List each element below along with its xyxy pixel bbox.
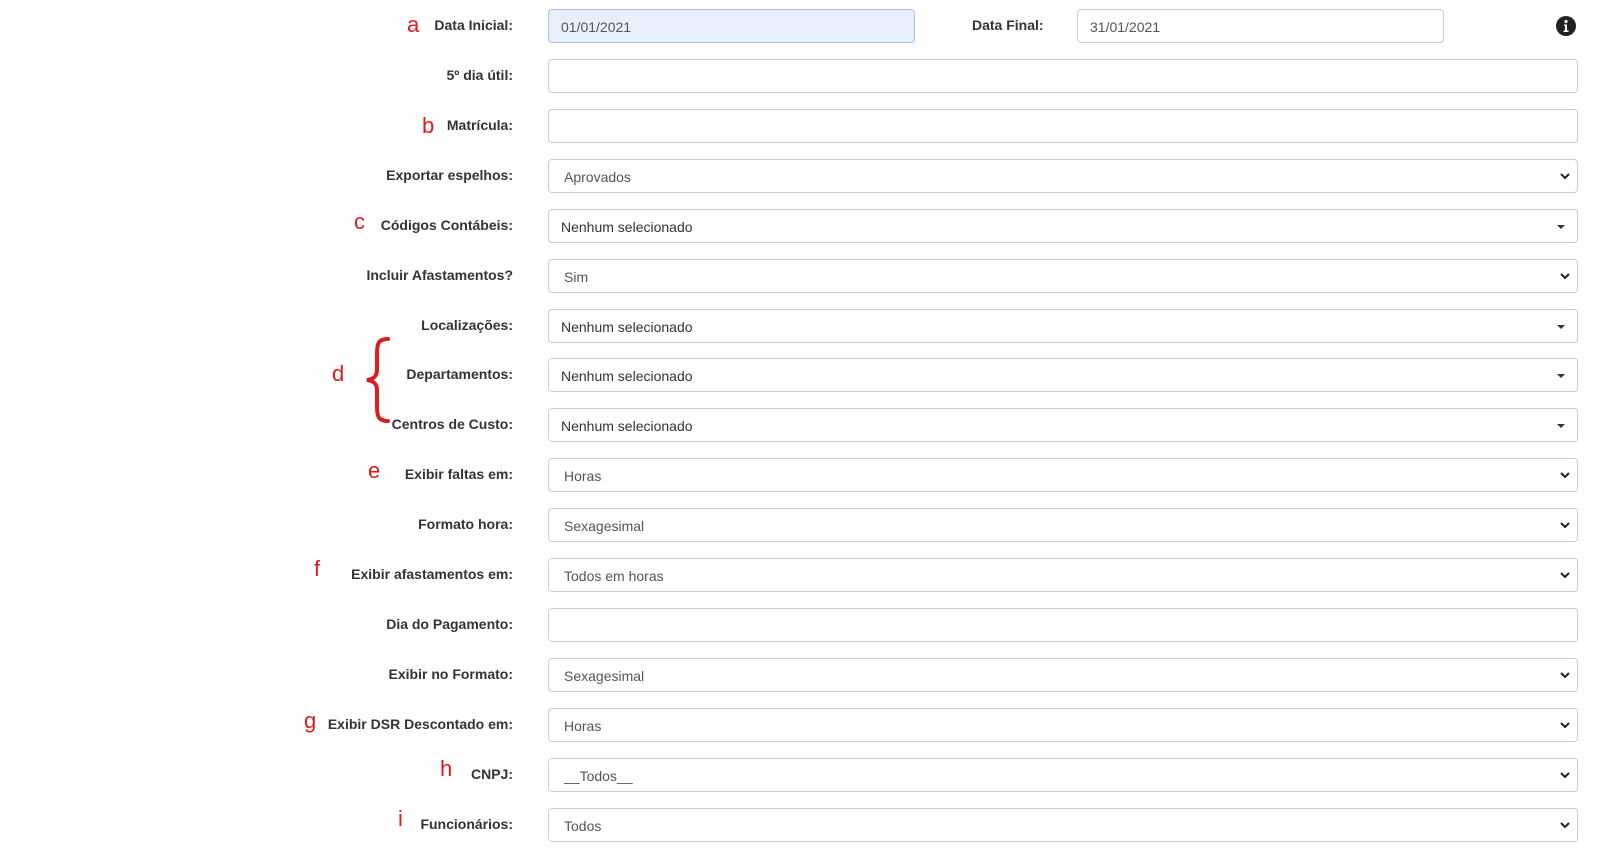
annotation-h: h <box>440 756 453 781</box>
chevron-down-icon <box>1560 672 1570 679</box>
exibir-formato-label: Exibir no Formato: <box>388 666 513 682</box>
quinto-dia-label: 5º dia útil: <box>446 67 513 83</box>
exibir-formato-select[interactable]: Sexagesimal <box>548 658 1578 692</box>
exportar-espelhos-select[interactable]: Aprovados <box>548 159 1578 193</box>
data-final-value: 31/01/2021 <box>1090 19 1161 35</box>
chevron-down-icon <box>1560 572 1570 579</box>
caret-down-icon <box>1557 424 1565 428</box>
exibir-faltas-row: e Exibir faltas em: Horas <box>0 457 1600 493</box>
dia-pagamento-input[interactable] <box>548 608 1578 642</box>
centros-custo-row: Centros de Custo: Nenhum selecionado <box>0 407 1600 443</box>
exibir-dsr-value: Horas <box>564 718 602 734</box>
chevron-down-icon <box>1560 822 1570 829</box>
cnpj-select[interactable]: __Todos__ <box>548 758 1578 792</box>
quinto-dia-row: 5º dia útil: <box>0 58 1600 94</box>
centros-custo-label: Centros de Custo: <box>391 416 513 432</box>
codigos-contabeis-multiselect[interactable]: Nenhum selecionado <box>548 209 1578 243</box>
departamentos-value: Nenhum selecionado <box>561 368 693 384</box>
info-circle-icon[interactable] <box>1556 16 1576 36</box>
cnpj-row: h CNPJ: __Todos__ <box>0 757 1600 793</box>
formato-hora-row: Formato hora: Sexagesimal <box>0 507 1600 543</box>
exportar-espelhos-value: Aprovados <box>564 169 631 185</box>
codigos-contabeis-label: Códigos Contábeis: <box>380 217 513 233</box>
localizacoes-label: Localizações: <box>421 317 513 333</box>
departamentos-row: d Departamentos: Nenhum selecionado <box>0 357 1600 393</box>
chevron-down-icon <box>1560 772 1570 779</box>
exibir-formato-value: Sexagesimal <box>564 668 645 684</box>
dia-pagamento-label: Dia do Pagamento: <box>386 616 513 632</box>
caret-down-icon <box>1557 325 1565 329</box>
chevron-down-icon <box>1560 522 1570 529</box>
annotation-c: c <box>354 209 365 234</box>
annotation-f: f <box>314 556 321 581</box>
codigos-contabeis-row: c Códigos Contábeis: Nenhum selecionado <box>0 208 1600 244</box>
matricula-label: Matrícula: <box>446 117 513 133</box>
incluir-afastamentos-row: Incluir Afastamentos? Sim <box>0 258 1600 294</box>
annotation-a: a <box>407 12 420 37</box>
chevron-down-icon <box>1560 472 1570 479</box>
codigos-contabeis-value: Nenhum selecionado <box>561 219 693 235</box>
departamentos-multiselect[interactable]: Nenhum selecionado <box>548 358 1578 392</box>
incluir-afastamentos-label: Incluir Afastamentos? <box>366 267 513 283</box>
matricula-input[interactable] <box>548 109 1578 143</box>
exibir-dsr-row: g Exibir DSR Descontado em: Horas <box>0 707 1600 743</box>
date-range-row: a Data Inicial: 01/01/2021 Data Final: 3… <box>0 8 1600 44</box>
exibir-afastamentos-label: Exibir afastamentos em: <box>351 566 513 582</box>
matricula-row: b Matrícula: <box>0 108 1600 144</box>
formato-hora-select[interactable]: Sexagesimal <box>548 508 1578 542</box>
exibir-faltas-label: Exibir faltas em: <box>404 466 513 482</box>
funcionarios-value: Todos <box>564 818 602 834</box>
chevron-down-icon <box>1560 722 1570 729</box>
funcionarios-select[interactable]: Todos <box>548 808 1578 842</box>
localizacoes-value: Nenhum selecionado <box>561 319 693 335</box>
annotation-i: i <box>398 806 403 831</box>
cnpj-label: CNPJ: <box>470 766 513 782</box>
formato-hora-label: Formato hora: <box>418 516 513 532</box>
data-final-input[interactable]: 31/01/2021 <box>1077 9 1444 43</box>
caret-down-icon <box>1557 225 1565 229</box>
exportar-espelhos-label: Exportar espelhos: <box>386 167 513 183</box>
exportar-espelhos-row: Exportar espelhos: Aprovados <box>0 158 1600 194</box>
departamentos-label: Departamentos: <box>406 366 513 382</box>
exibir-dsr-label: Exibir DSR Descontado em: <box>327 716 513 732</box>
exibir-faltas-select[interactable]: Horas <box>548 458 1578 492</box>
funcionarios-row: i Funcionários: Todos <box>0 807 1600 843</box>
chevron-down-icon <box>1560 173 1570 180</box>
data-final-label: Data Final: <box>972 17 1044 33</box>
localizacoes-multiselect[interactable]: Nenhum selecionado <box>548 309 1578 343</box>
caret-down-icon <box>1557 374 1565 378</box>
cnpj-value: __Todos__ <box>564 768 633 784</box>
exibir-afastamentos-select[interactable]: Todos em horas <box>548 558 1578 592</box>
dia-pagamento-row: Dia do Pagamento: <box>0 607 1600 643</box>
exibir-afastamentos-row: f Exibir afastamentos em: Todos em horas <box>0 557 1600 593</box>
data-inicial-input[interactable]: 01/01/2021 <box>548 9 915 43</box>
centros-custo-value: Nenhum selecionado <box>561 418 693 434</box>
funcionarios-label: Funcionários: <box>420 816 513 832</box>
exibir-dsr-select[interactable]: Horas <box>548 708 1578 742</box>
annotation-e: e <box>368 458 381 483</box>
exibir-faltas-value: Horas <box>564 468 602 484</box>
exibir-afastamentos-value: Todos em horas <box>564 568 664 584</box>
centros-custo-multiselect[interactable]: Nenhum selecionado <box>548 408 1578 442</box>
annotation-g: g <box>304 708 317 733</box>
annotation-d: d <box>332 361 345 386</box>
localizacoes-row: Localizações: Nenhum selecionado <box>0 308 1600 344</box>
chevron-down-icon <box>1560 273 1570 280</box>
exibir-formato-row: Exibir no Formato: Sexagesimal <box>0 657 1600 693</box>
formato-hora-value: Sexagesimal <box>564 518 645 534</box>
incluir-afastamentos-value: Sim <box>564 269 589 285</box>
quinto-dia-input[interactable] <box>548 59 1578 93</box>
data-inicial-label: Data Inicial: <box>434 17 513 33</box>
annotation-b: b <box>422 113 435 138</box>
incluir-afastamentos-select[interactable]: Sim <box>548 259 1578 293</box>
data-inicial-value: 01/01/2021 <box>561 19 632 35</box>
